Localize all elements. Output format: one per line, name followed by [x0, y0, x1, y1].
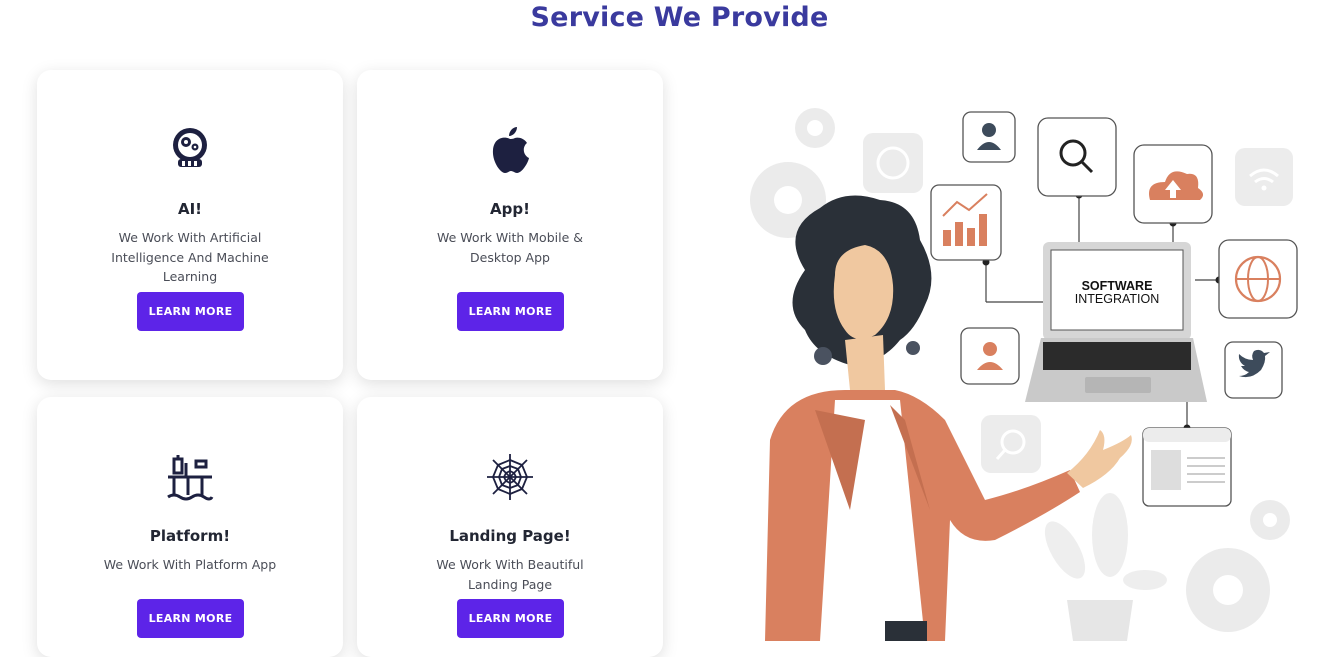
card-description: We Work With Beautiful Landing Page [436, 557, 584, 592]
spider-web-icon [357, 452, 663, 502]
twitter-icon [1224, 341, 1283, 399]
ai-robot-icon [37, 125, 343, 171]
cloud-upload-icon [1133, 144, 1213, 224]
card-description: We Work With Platform App [103, 557, 277, 572]
card-title: App! [490, 200, 530, 218]
software-integration-illustration: SOFTWARE INTEGRATION [750, 108, 1298, 641]
card-title: Landing Page! [449, 527, 571, 545]
learn-more-button[interactable]: LEARN MORE [137, 292, 244, 331]
learn-more-button[interactable]: LEARN MORE [137, 599, 244, 638]
user-icon-secondary [960, 327, 1020, 385]
apple-icon [357, 125, 663, 175]
globe-icon [1218, 239, 1298, 319]
laptop-icon: SOFTWARE INTEGRATION [1025, 242, 1207, 402]
learn-more-button[interactable]: LEARN MORE [457, 292, 564, 331]
card-title: AI! [177, 200, 203, 218]
document-icon [1142, 427, 1232, 507]
card-title: Platform! [149, 527, 231, 545]
card-description: We Work With Mobile & Desktop App [437, 230, 583, 265]
learn-more-button[interactable]: LEARN MORE [457, 599, 564, 638]
card-description: We Work With Artificial Intelligence And… [111, 230, 269, 284]
user-icon [962, 111, 1016, 163]
laptop-text-line1: SOFTWARE [1082, 279, 1153, 293]
laptop-text-line2: INTEGRATION [1075, 292, 1160, 306]
service-card-landing-page: Landing Page! We Work With Beautiful Lan… [357, 397, 663, 657]
platform-icon [37, 453, 343, 501]
whatsapp-icon [863, 133, 923, 193]
bar-chart-icon [930, 184, 1002, 261]
plant-icon [1044, 493, 1167, 641]
magnifier-icon-grey [981, 415, 1041, 473]
search-icon [1037, 117, 1117, 197]
service-card-platform: Platform! We Work With Platform App LEAR… [37, 397, 343, 657]
service-card-ai: AI! We Work With Artificial Intelligence… [37, 70, 343, 380]
wifi-icon [1235, 148, 1293, 206]
section-title: Service We Provide [530, 2, 829, 33]
service-card-app: App! We Work With Mobile & Desktop App L… [357, 70, 663, 380]
